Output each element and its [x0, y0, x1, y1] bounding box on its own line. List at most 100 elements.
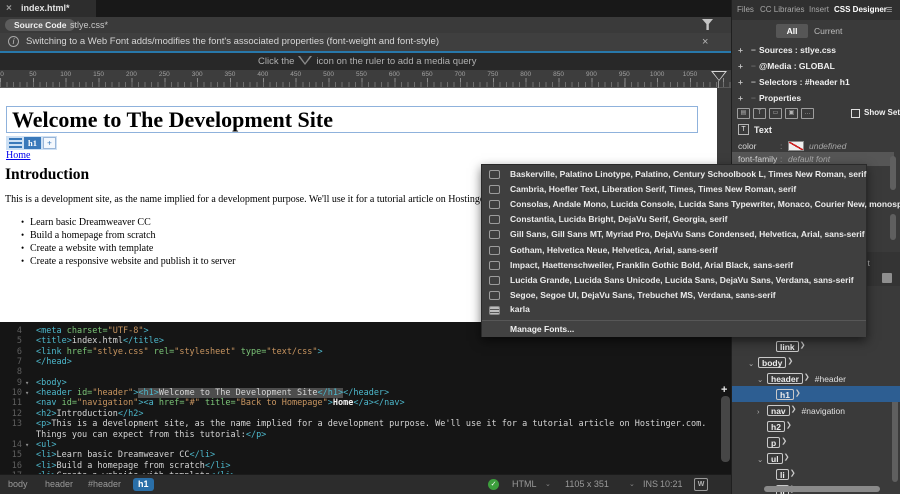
related-css-file[interactable]: stlye.css*: [70, 17, 108, 33]
dom-node-header[interactable]: ⌄header❯#header: [732, 370, 900, 386]
plus-icon[interactable]: +: [738, 58, 743, 74]
dom-tag-pill[interactable]: body: [758, 357, 786, 368]
dom-node-nav[interactable]: ›nav❯#navigation: [732, 402, 900, 418]
minus-icon[interactable]: −: [751, 74, 756, 90]
close-icon[interactable]: ×: [6, 0, 12, 17]
chevron-down-icon[interactable]: ⌄: [629, 475, 635, 494]
view-all-button[interactable]: All: [776, 24, 808, 38]
plus-icon[interactable]: +: [738, 90, 743, 106]
font-option[interactable]: Segoe, Segoe UI, DejaVu Sans, Trebuchet …: [482, 288, 866, 303]
bullet-list[interactable]: •Learn basic Dreamweaver CC •Build a hom…: [5, 216, 236, 268]
dom-tag-pill[interactable]: nav: [767, 405, 790, 416]
manage-fonts-item[interactable]: Manage Fonts...: [482, 321, 866, 337]
code-line[interactable]: 11<nav id="navigation"><a href="#" title…: [0, 398, 721, 408]
font-option-karla[interactable]: karla: [482, 302, 866, 318]
horizontal-ruler[interactable]: 0501001502002503003504004505005506006507…: [0, 70, 731, 88]
list-item[interactable]: •Create a website with template: [5, 242, 236, 255]
code-line[interactable]: 5<title>index.html</title>: [0, 336, 721, 346]
panel-menu-icon[interactable]: ≡: [886, 0, 892, 20]
code-line[interactable]: 12<h2>Introduction</h2>: [0, 409, 721, 419]
dom-node-link[interactable]: link❯: [732, 338, 900, 354]
tab-css-designer[interactable]: CSS Designer: [834, 0, 887, 20]
show-set-checkbox[interactable]: [851, 109, 860, 118]
code-fold-icon[interactable]: ▾: [25, 378, 29, 388]
code-line[interactable]: 13<p>This is a development site, as the …: [0, 419, 721, 429]
font-option[interactable]: Gill Sans, Gill Sans MT, Myriad Pro, Dej…: [482, 227, 866, 242]
code-line[interactable]: 6<link href="stlye.css" rel="stylesheet"…: [0, 347, 721, 357]
plus-icon[interactable]: +: [738, 42, 743, 58]
font-option[interactable]: Constantia, Lucida Bright, DejaVu Serif,…: [482, 212, 866, 227]
selectors-label[interactable]: Selectors : #header h1: [759, 74, 850, 90]
color-property-row[interactable]: color : undefined: [732, 139, 894, 153]
dom-node-ul[interactable]: ⌄ul❯: [732, 450, 900, 466]
dom-hscrollbar-thumb[interactable]: [764, 486, 880, 492]
code-fold-icon[interactable]: ▾: [25, 388, 29, 398]
close-icon[interactable]: ×: [702, 34, 708, 50]
border-props-icon[interactable]: ▭: [769, 108, 782, 119]
sources-label[interactable]: Sources : stlye.css: [759, 42, 836, 58]
element-display-badge[interactable]: h1 +: [6, 136, 57, 150]
hamburger-icon[interactable]: [9, 138, 22, 148]
dom-tag-pill[interactable]: header: [767, 373, 803, 384]
tab-cc-libraries[interactable]: CC Libraries: [760, 0, 804, 20]
code-line[interactable]: 8: [0, 367, 721, 377]
window-size[interactable]: 1105 x 351: [565, 475, 609, 494]
code-line[interactable]: 15<li>Learn basic Dreamweaver CC</li>: [0, 450, 721, 460]
code-line[interactable]: 9▾<body>: [0, 378, 721, 388]
selected-h1-outline[interactable]: Welcome to The Development Site: [6, 106, 698, 133]
code-line[interactable]: 16<li>Build a homepage from scratch</li>: [0, 461, 721, 471]
layout-props-icon[interactable]: ▤: [737, 108, 750, 119]
dom-tag-pill[interactable]: li: [776, 469, 789, 480]
font-option[interactable]: Cambria, Hoefler Text, Liberation Serif,…: [482, 182, 866, 197]
chevron-down-icon[interactable]: ⌄: [545, 475, 551, 494]
tag-path-body[interactable]: body: [8, 475, 28, 494]
tab-files[interactable]: Files: [737, 0, 754, 20]
list-item[interactable]: •Create a responsive website and publish…: [5, 255, 236, 268]
source-code-button[interactable]: Source Code: [5, 19, 75, 31]
font-option[interactable]: Impact, Haettenschweiler, Franklin Gothi…: [482, 258, 866, 273]
dom-tag-pill[interactable]: ul: [767, 453, 783, 464]
code-view[interactable]: 4<meta charset="UTF-8">5<title>index.htm…: [0, 322, 731, 474]
code-line[interactable]: Things you can expect from this tutorial…: [0, 430, 721, 440]
intro-heading[interactable]: Introduction: [5, 166, 89, 184]
tab-index-html[interactable]: × index.html*: [0, 0, 96, 17]
code-line[interactable]: 7</head>: [0, 357, 721, 367]
dom-node-h1[interactable]: h1❯: [732, 386, 900, 402]
dom-node-body[interactable]: ⌄body❯: [732, 354, 900, 370]
tag-path-h1-active[interactable]: h1: [133, 478, 154, 491]
panel-scrollbar-thumb[interactable]: [890, 156, 896, 190]
doctype-label[interactable]: HTML: [512, 475, 537, 494]
font-option[interactable]: Baskerville, Palatino Linotype, Palatino…: [482, 167, 866, 182]
dom-tag-pill[interactable]: h1: [776, 389, 794, 400]
tag-path-header[interactable]: header: [45, 475, 73, 494]
no-color-swatch-icon[interactable]: [788, 141, 804, 151]
dom-tag-pill[interactable]: p: [767, 437, 780, 448]
color-value[interactable]: undefined: [809, 139, 846, 153]
list-item[interactable]: •Learn basic Dreamweaver CC: [5, 216, 236, 229]
w3c-validation-icon[interactable]: W: [694, 478, 708, 491]
font-option[interactable]: Gotham, Helvetica Neue, Helvetica, Arial…: [482, 243, 866, 258]
tab-insert[interactable]: Insert: [809, 0, 829, 20]
dom-tag-pill[interactable]: link: [776, 341, 799, 352]
code-fold-icon[interactable]: ▾: [25, 440, 29, 450]
font-option[interactable]: Consolas, Andale Mono, Lucida Console, L…: [482, 197, 866, 212]
code-line[interactable]: 14▾<ul>: [0, 440, 721, 450]
tag-path-id[interactable]: #header: [88, 475, 121, 494]
page-heading[interactable]: Welcome to The Development Site: [12, 107, 333, 133]
home-link[interactable]: Home: [6, 150, 30, 161]
add-element-button[interactable]: +: [43, 137, 56, 149]
dom-node-h2[interactable]: h2❯: [732, 418, 900, 434]
media-label[interactable]: @Media : GLOBAL: [759, 58, 835, 74]
dom-insert-element-button[interactable]: +: [721, 384, 727, 396]
font-option[interactable]: Lucida Grande, Lucida Sans Unicode, Luci…: [482, 273, 866, 288]
plus-icon[interactable]: +: [738, 74, 743, 90]
text-props-icon[interactable]: T: [753, 108, 766, 119]
code-scrollbar-thumb[interactable]: [721, 396, 730, 462]
minus-icon[interactable]: −: [751, 42, 756, 58]
dom-node-p[interactable]: p❯: [732, 434, 900, 450]
properties-label[interactable]: Properties: [759, 90, 801, 106]
view-current-button[interactable]: Current: [814, 24, 842, 38]
background-props-icon[interactable]: ▣: [785, 108, 798, 119]
dom-panel-menu-icon[interactable]: [882, 273, 892, 283]
code-line[interactable]: 10▾<header id="header"><h1>Welcome to Th…: [0, 388, 721, 398]
